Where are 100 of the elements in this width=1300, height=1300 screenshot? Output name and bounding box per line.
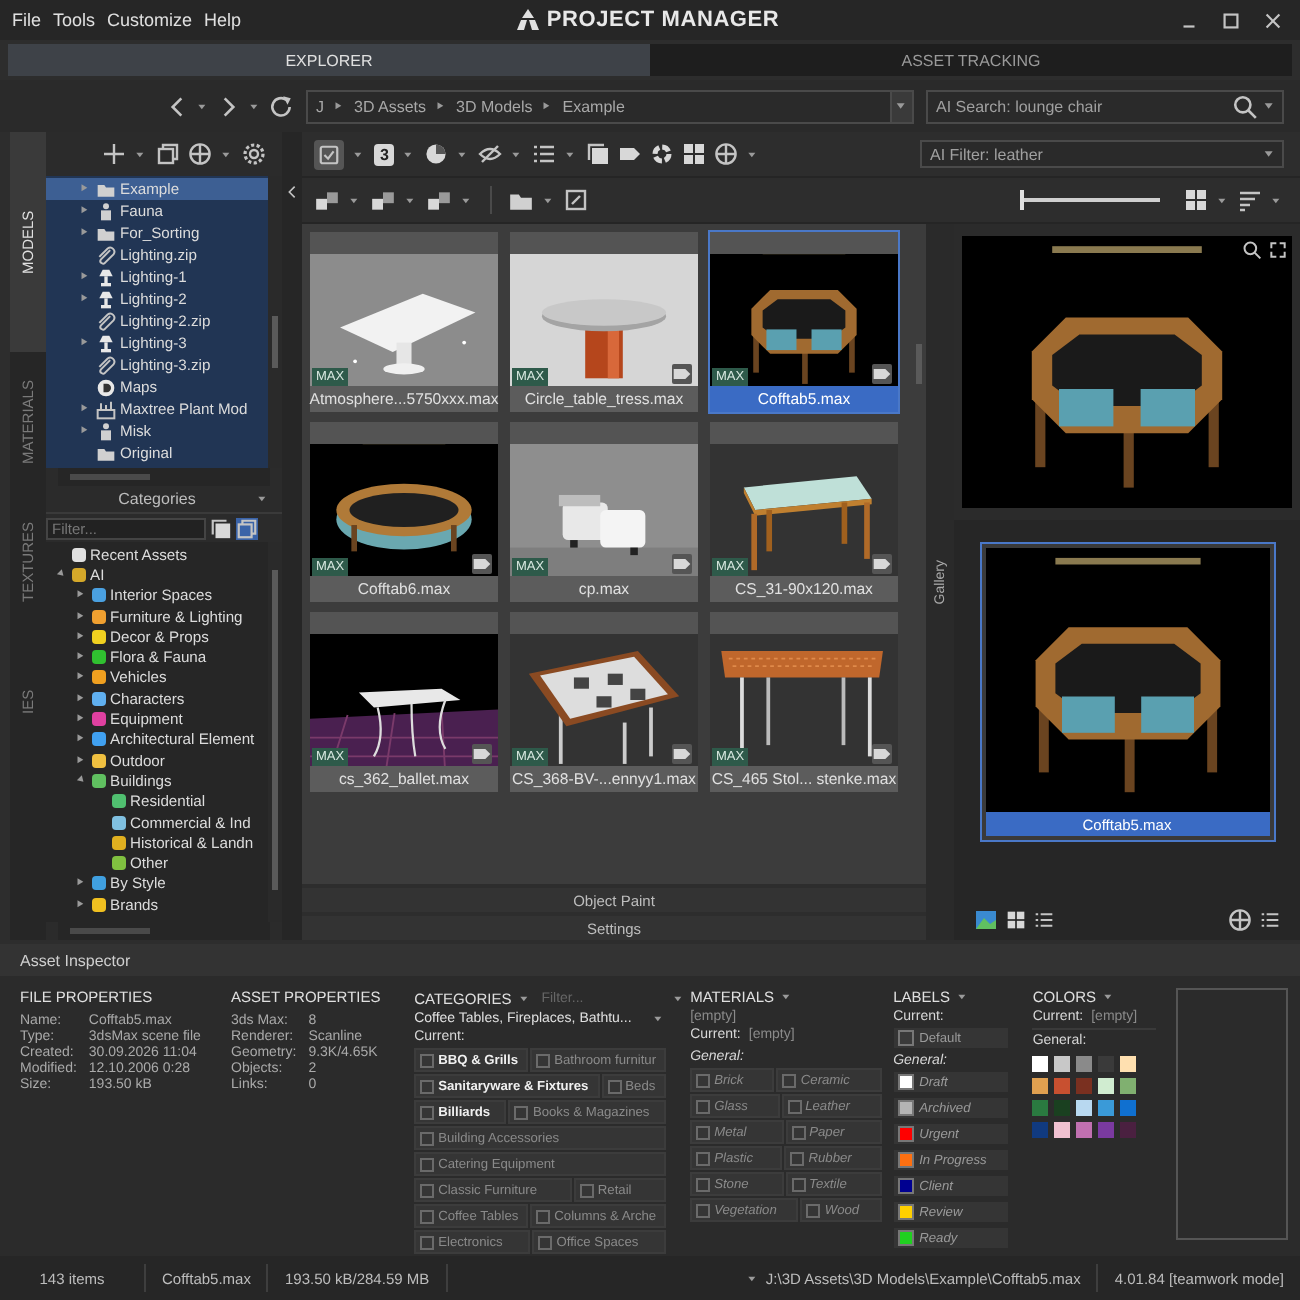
breadcrumb-item[interactable]: 3D Models: [456, 97, 533, 115]
checkbox[interactable]: [514, 1105, 529, 1119]
caret-icon[interactable]: [1262, 146, 1278, 162]
expand-arrow-icon[interactable]: [74, 629, 88, 644]
dropdown-button[interactable]: [890, 91, 912, 121]
window-icon[interactable]: [236, 517, 258, 539]
caret-icon[interactable]: [255, 492, 270, 506]
expand-arrow-icon[interactable]: [74, 609, 88, 624]
add-icon[interactable]: [102, 142, 126, 166]
search-icon[interactable]: [1242, 240, 1262, 260]
checkbox[interactable]: [806, 1203, 821, 1217]
color-swatch[interactable]: [1076, 1056, 1093, 1072]
menu-item[interactable]: Help: [204, 10, 242, 30]
checkbox[interactable]: [536, 1209, 551, 1223]
checkbox[interactable]: [607, 1079, 622, 1093]
color-swatch[interactable]: [1120, 1078, 1137, 1094]
settings-icon[interactable]: [242, 142, 266, 166]
breadcrumb-item[interactable]: 3D Assets: [354, 97, 427, 115]
expand-arrow-icon[interactable]: [74, 670, 88, 685]
expand-arrow-icon[interactable]: [78, 270, 92, 284]
caret-icon[interactable]: [1270, 193, 1284, 207]
caret-icon[interactable]: [745, 1271, 760, 1285]
checkbox[interactable]: [696, 1177, 711, 1191]
expand-arrow-icon[interactable]: [74, 897, 88, 912]
cubes-icon[interactable]: [314, 187, 340, 213]
checkbox[interactable]: [787, 1099, 802, 1113]
view-toggle-button[interactable]: [314, 139, 344, 169]
checkbox[interactable]: [538, 1235, 553, 1249]
caret-icon[interactable]: [196, 99, 210, 113]
menu-item[interactable]: File: [12, 10, 42, 30]
tab[interactable]: EXPLORER: [8, 44, 650, 76]
globe-icon[interactable]: [188, 142, 212, 166]
expand-arrow-icon[interactable]: [78, 204, 92, 218]
caret-icon[interactable]: [220, 147, 234, 161]
checkbox[interactable]: [696, 1151, 711, 1165]
search-icon[interactable]: [1232, 93, 1258, 119]
checkbox[interactable]: [579, 1183, 594, 1197]
expand-arrow-icon[interactable]: [78, 424, 92, 438]
close-icon[interactable]: [1262, 9, 1284, 31]
color-swatch[interactable]: [1054, 1056, 1071, 1072]
sort-icon[interactable]: [1238, 188, 1262, 212]
filter-field[interactable]: AI Filter: leather: [920, 140, 1284, 168]
cubes-icon[interactable]: [426, 187, 452, 213]
color-swatch[interactable]: [1032, 1078, 1049, 1094]
copy-icon[interactable]: [586, 142, 611, 166]
expand-icon[interactable]: [1268, 240, 1288, 260]
color-swatch[interactable]: [1120, 1100, 1137, 1116]
maximize-icon[interactable]: [1220, 9, 1242, 31]
checkbox[interactable]: [696, 1125, 711, 1139]
globe-icon[interactable]: [1228, 908, 1252, 932]
caret-icon[interactable]: [1262, 98, 1278, 114]
breadcrumb-field[interactable]: J 3D Assets 3D Models Example: [306, 89, 914, 123]
menu-item[interactable]: Tools: [53, 10, 96, 30]
color-swatch[interactable]: [1098, 1122, 1115, 1138]
donut-icon[interactable]: [650, 142, 675, 166]
scrollbar-thumb[interactable]: [272, 316, 278, 368]
caret-icon[interactable]: [404, 193, 418, 207]
expand-arrow-icon[interactable]: [74, 691, 88, 706]
list-icon[interactable]: [532, 142, 557, 166]
checkbox[interactable]: [791, 1125, 806, 1139]
caret-icon[interactable]: [348, 193, 362, 207]
edit-icon[interactable]: [564, 188, 588, 212]
list-icon[interactable]: [1034, 910, 1054, 930]
expand-arrow-icon[interactable]: [74, 732, 88, 747]
tab[interactable]: ASSET TRACKING: [650, 44, 1292, 76]
caret-icon[interactable]: [510, 147, 525, 161]
checkbox[interactable]: [420, 1157, 435, 1171]
eye-off-icon[interactable]: [478, 142, 503, 166]
caret-icon[interactable]: [1102, 990, 1116, 1004]
list-icon[interactable]: [1260, 910, 1280, 930]
checkbox[interactable]: [696, 1073, 711, 1087]
color-swatch[interactable]: [1098, 1078, 1115, 1094]
checkbox[interactable]: [420, 1183, 435, 1197]
checkbox[interactable]: [791, 1177, 806, 1191]
caret-icon[interactable]: [542, 193, 556, 207]
expand-arrow-icon[interactable]: [78, 336, 92, 350]
checkbox[interactable]: [536, 1053, 551, 1067]
grid-icon[interactable]: [1006, 910, 1026, 930]
caret-icon[interactable]: [780, 990, 795, 1004]
expand-arrow-icon[interactable]: [74, 588, 88, 603]
caret-icon[interactable]: [564, 147, 579, 161]
cubes-icon[interactable]: [370, 187, 396, 213]
caret-icon[interactable]: [402, 147, 417, 161]
scrollbar-thumb[interactable]: [70, 474, 150, 480]
color-swatch[interactable]: [1120, 1122, 1137, 1138]
menu-item[interactable]: Customize: [107, 10, 193, 30]
caret-icon[interactable]: [955, 990, 970, 1004]
grid-icon[interactable]: [682, 142, 707, 166]
expand-arrow-icon[interactable]: [74, 876, 88, 891]
checkbox[interactable]: [420, 1079, 435, 1093]
checkbox[interactable]: [420, 1053, 435, 1067]
checkbox[interactable]: [420, 1235, 435, 1249]
color-swatch[interactable]: [1032, 1100, 1049, 1116]
breadcrumb-item[interactable]: J: [316, 97, 324, 115]
color-swatch[interactable]: [1054, 1122, 1071, 1138]
search-field[interactable]: AI Search: lounge chair: [926, 89, 1284, 123]
caret-icon[interactable]: [134, 147, 148, 161]
caret-icon[interactable]: [352, 147, 366, 161]
color-swatch[interactable]: [1076, 1100, 1093, 1116]
expand-arrow-icon[interactable]: [78, 292, 92, 306]
